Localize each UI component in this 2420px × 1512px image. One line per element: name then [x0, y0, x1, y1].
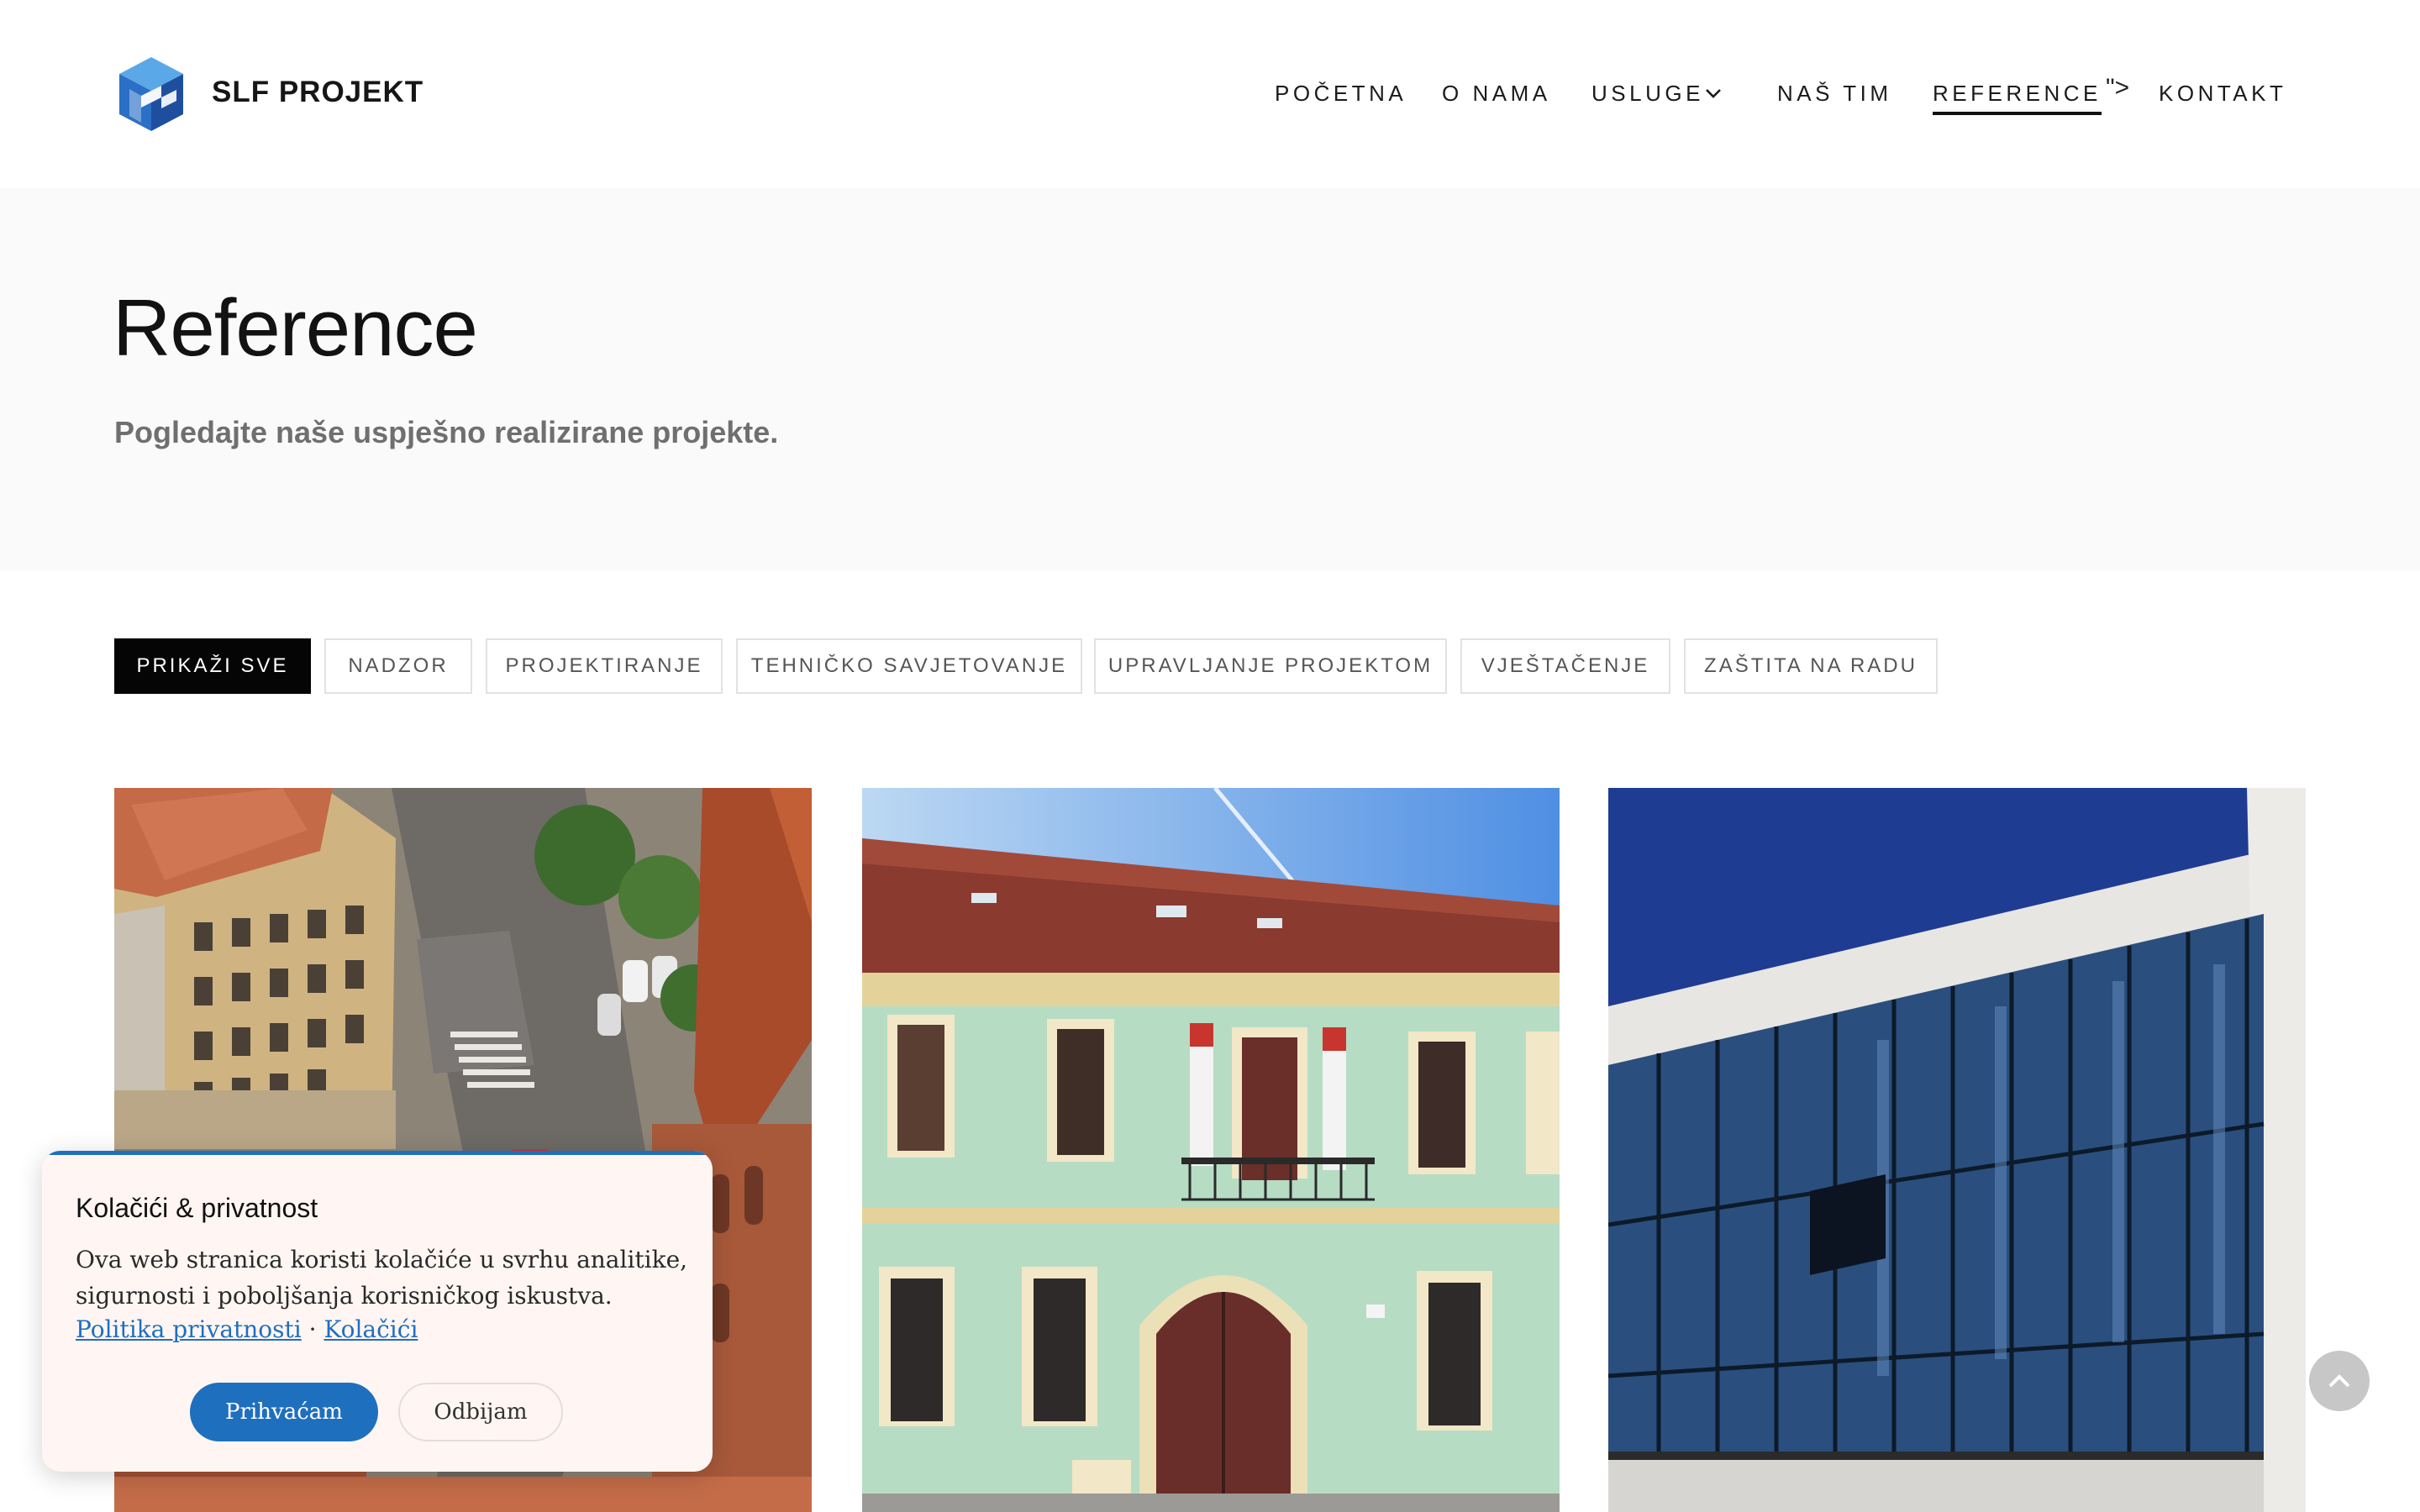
filter-tehnicko-savjetovanje[interactable]: TEHNIČKO SAVJETOVANJE [736, 638, 1082, 694]
page-title: Reference [113, 283, 478, 373]
stray-markup-text: "> [2106, 74, 2130, 102]
page-hero: Reference Pogledajte naše uspješno reali… [0, 188, 2420, 570]
scroll-to-top-button[interactable] [2309, 1351, 2370, 1411]
cookie-banner: Kolačići & privatnost Ova web stranica k… [42, 1151, 713, 1472]
filter-nadzor[interactable]: NADZOR [324, 638, 472, 694]
modern-building-photo [1608, 788, 2306, 1512]
filter-prikazi-sve[interactable]: PRIKAŽI SVE [114, 638, 311, 694]
filter-upravljanje-projektom[interactable]: UPRAVLJANJE PROJEKTOM [1094, 638, 1447, 694]
filter-vjestacenje[interactable]: VJEŠTAČENJE [1460, 638, 1670, 694]
cookie-title: Kolačići & privatnost [76, 1193, 318, 1223]
nav-item-pocetna[interactable]: POČETNA [1275, 81, 1407, 107]
main-nav: POČETNA O NAMA USLUGE NAŠ TIM REFERENCE … [0, 81, 2420, 115]
nav-item-nas-tim[interactable]: NAŠ TIM [1777, 81, 1891, 107]
nav-item-usluge[interactable]: USLUGE [1591, 81, 1704, 107]
cookie-links: Politika privatnosti · Kolačići [76, 1315, 418, 1343]
chevron-up-icon [2328, 1374, 2350, 1388]
cookie-text: Ova web stranica koristi kolačiće u svrh… [76, 1246, 688, 1310]
cookies-link[interactable]: Kolačići [324, 1315, 418, 1343]
privacy-policy-link[interactable]: Politika privatnosti [76, 1315, 302, 1343]
historic-building-photo [862, 788, 1560, 1512]
nav-item-kontakt[interactable]: KONTAKT [2159, 81, 2286, 107]
project-card[interactable] [862, 788, 1560, 1512]
page-subtitle: Pogledajte naše uspješno realizirane pro… [114, 415, 779, 449]
nav-item-o-nama[interactable]: O NAMA [1442, 81, 1551, 107]
link-separator: · [308, 1315, 317, 1343]
chevron-down-icon[interactable] [1704, 84, 1723, 102]
filter-projektiranje[interactable]: PROJEKTIRANJE [486, 638, 723, 694]
filter-zastita-na-radu[interactable]: ZAŠTITA NA RADU [1684, 638, 1938, 694]
decline-button[interactable]: Odbijam [398, 1383, 563, 1441]
nav-item-reference[interactable]: REFERENCE [1933, 81, 2102, 115]
accept-button[interactable]: Prihvaćam [190, 1383, 378, 1441]
site-header: SLF PROJEKT POČETNA O NAMA USLUGE NAŠ TI… [0, 0, 2420, 188]
project-card[interactable] [1608, 788, 2306, 1512]
cookie-accent-bar [42, 1151, 713, 1155]
